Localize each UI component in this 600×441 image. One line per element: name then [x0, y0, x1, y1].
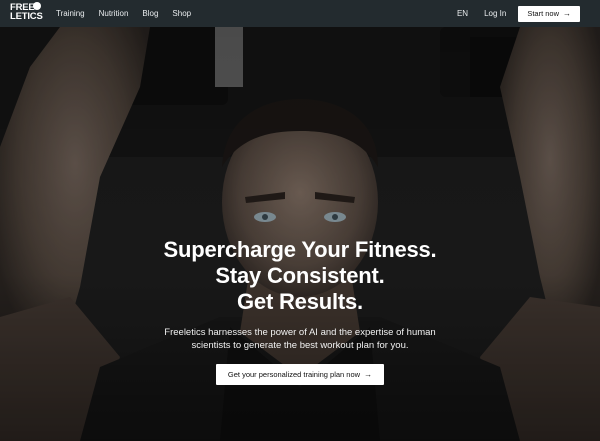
login-link[interactable]: Log In — [484, 9, 506, 18]
logo-dot-icon — [33, 2, 41, 10]
headline-line-1: Supercharge Your Fitness. — [163, 237, 437, 262]
main-nav: Training Nutrition Blog Shop — [56, 0, 205, 27]
nav-link-shop[interactable]: Shop — [172, 9, 191, 18]
subtext-line-1: Freeletics harnesses the power of AI and… — [164, 327, 436, 338]
top-navbar: FREE LETICS Training Nutrition Blog Shop… — [0, 0, 600, 27]
hero-headline: Supercharge Your Fitness. Stay Consisten… — [0, 237, 600, 315]
start-now-label: Start now — [527, 9, 559, 18]
arrow-right-icon: → — [563, 9, 571, 18]
cta-label: Get your personalized training plan now — [227, 370, 361, 379]
nav-link-training[interactable]: Training — [56, 9, 85, 18]
subtext-line-2: scientists to generate the best workout … — [191, 339, 409, 351]
headline-line-3: Get Results. — [237, 289, 363, 314]
nav-link-nutrition[interactable]: Nutrition — [99, 9, 129, 18]
language-selector[interactable]: EN — [457, 9, 468, 18]
hero-subtext: Freeletics harnesses the power of AI and… — [0, 327, 600, 352]
freeletics-logo[interactable]: FREE LETICS — [10, 2, 43, 25]
hero-section: Supercharge Your Fitness. Stay Consisten… — [0, 27, 600, 441]
arrow-right-icon: → — [364, 370, 373, 379]
start-now-button[interactable]: Start now → — [518, 5, 580, 22]
page: FREE LETICS Training Nutrition Blog Shop… — [0, 0, 600, 441]
personalized-plan-cta-button[interactable]: Get your personalized training plan now … — [216, 364, 384, 385]
hero-content: Supercharge Your Fitness. Stay Consisten… — [0, 237, 600, 385]
nav-link-blog[interactable]: Blog — [142, 9, 158, 18]
headline-line-2: Stay Consistent. — [215, 263, 385, 288]
logo-line-2: LETICS — [10, 11, 43, 22]
nav-actions: EN Log In Start now → — [457, 0, 580, 27]
